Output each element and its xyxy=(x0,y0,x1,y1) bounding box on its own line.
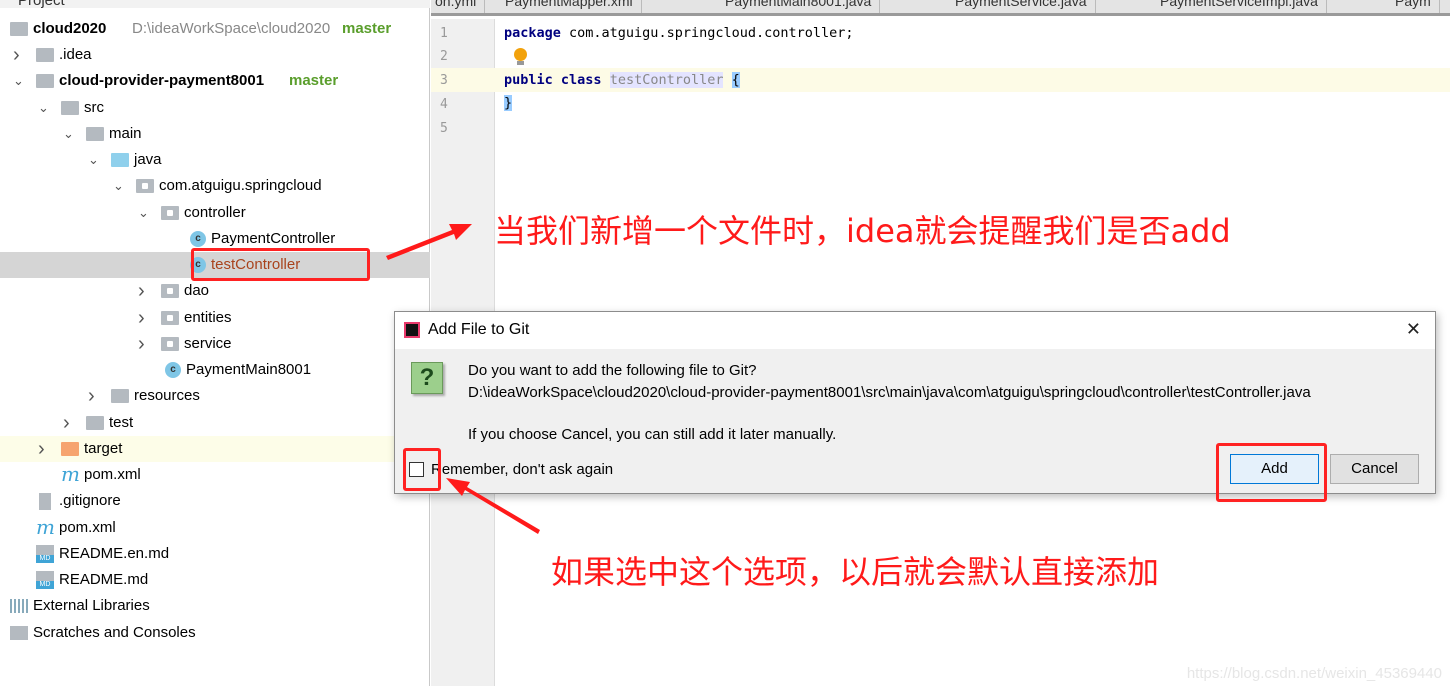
watermark: https://blog.csdn.net/weixin_45369440 xyxy=(1186,665,1442,682)
annotation-top: 当我们新增一个文件时，idea就会提醒我们是否add xyxy=(494,212,1231,250)
arrow-top xyxy=(386,224,472,260)
annotation-bottom: 如果选中这个选项，以后就会默认直接添加 xyxy=(551,553,1160,591)
arrow-bottom xyxy=(446,478,540,534)
